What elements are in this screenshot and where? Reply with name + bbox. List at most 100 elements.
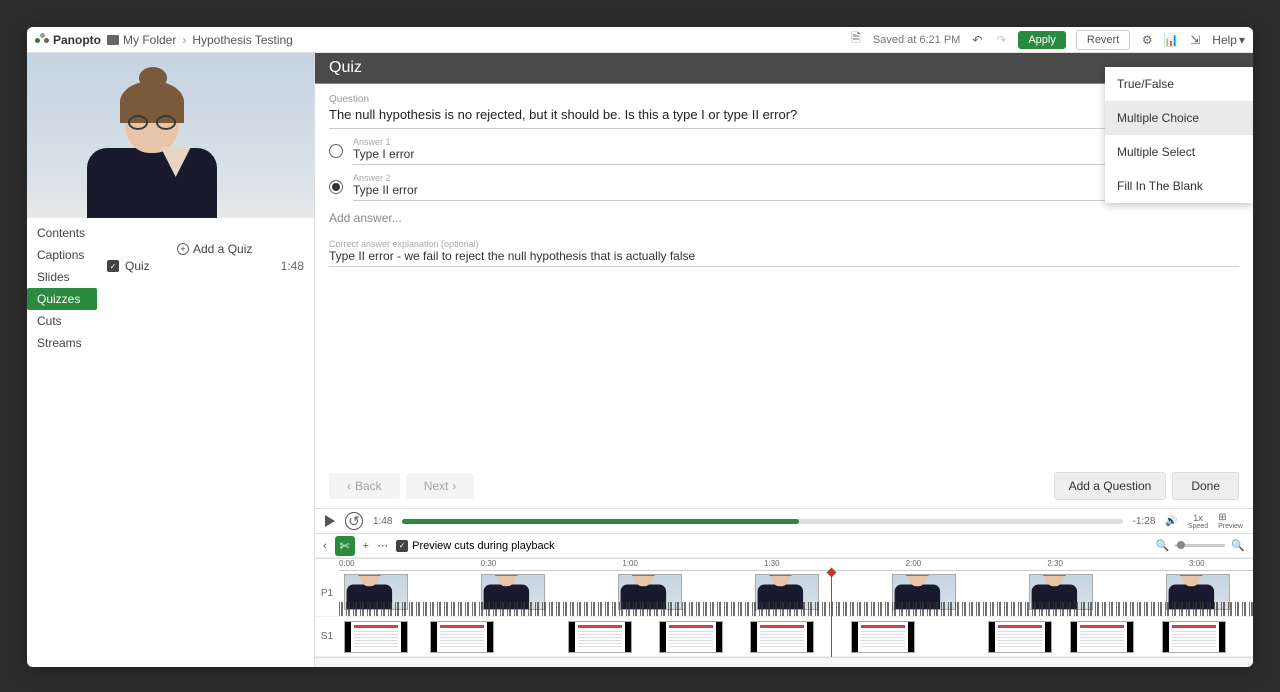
collapse-icon[interactable]: ‹ <box>323 540 327 552</box>
zoom-slider[interactable] <box>1175 544 1225 547</box>
brand-logo[interactable]: Panopto <box>35 33 101 47</box>
more-icon[interactable]: ⋯ <box>377 539 388 552</box>
back-label: Back <box>355 479 382 493</box>
next-button[interactable]: Next › <box>406 473 475 499</box>
apply-button[interactable]: Apply <box>1018 31 1066 49</box>
preview-cuts-label: Preview cuts during playback <box>412 540 554 552</box>
speed-label: Speed <box>1188 523 1208 530</box>
folder-icon <box>107 35 119 45</box>
play-button[interactable] <box>325 515 335 527</box>
done-button[interactable]: Done <box>1172 472 1239 500</box>
quiz-item-label: Quiz <box>125 259 150 273</box>
track-p1-label: P1 <box>315 588 339 599</box>
speed-button[interactable]: 1x Speed <box>1188 513 1208 530</box>
topbar: Panopto My Folder › Hypothesis Testing 🗎… <box>27 27 1253 53</box>
preview-grid-icon[interactable]: ⊞ Preview <box>1218 512 1243 530</box>
quiz-list: + Add a Quiz Quiz 1:48 <box>27 358 314 667</box>
question-label: Question <box>329 94 1239 105</box>
zoom-controls: 🔍 🔍 <box>1156 539 1245 552</box>
app-window: Panopto My Folder › Hypothesis Testing 🗎… <box>27 27 1253 667</box>
tick: 0:30 <box>481 559 497 568</box>
answer-radio-1[interactable] <box>329 144 343 158</box>
tick: 3:00 <box>1189 559 1205 568</box>
playhead[interactable] <box>831 571 832 657</box>
add-answer-button[interactable]: Add answer... <box>329 211 1239 225</box>
cut-tool[interactable]: ✄ <box>335 536 355 556</box>
revert-button[interactable]: Revert <box>1076 30 1130 50</box>
nav-streams[interactable]: Streams <box>27 332 314 354</box>
qtype-fill-blank[interactable]: Fill In The Blank <box>1105 169 1253 203</box>
undo-icon[interactable]: ↶ <box>970 33 984 47</box>
breadcrumb-folder[interactable]: My Folder <box>107 33 176 47</box>
nav-contents[interactable]: Contents <box>27 222 314 244</box>
zoom-in-icon[interactable]: 🔍 <box>1231 539 1245 552</box>
player-bar: 1:48 -1:28 🔊 1x Speed ⊞ Preview <box>315 508 1253 534</box>
question-type-menu: True/False Multiple Choice Multiple Sele… <box>1105 67 1253 203</box>
quiz-list-item[interactable]: Quiz 1:48 <box>27 256 314 276</box>
quiz-editor: Quiz Question The null hypothesis is no … <box>315 53 1253 667</box>
tick: 0:00 <box>339 559 355 568</box>
breadcrumb-title[interactable]: Hypothesis Testing <box>192 33 293 47</box>
timeline-scrollbar[interactable] <box>315 657 1253 667</box>
nav-cuts[interactable]: Cuts <box>27 310 314 332</box>
time-ruler[interactable]: 0:00 0:30 1:00 1:30 2:00 2:30 3:00 <box>339 559 1253 571</box>
export-icon[interactable]: ⇲ <box>1188 33 1202 47</box>
play-icon <box>325 515 335 527</box>
redo-icon[interactable]: ↷ <box>994 33 1008 47</box>
chevron-right-icon: › <box>452 479 456 493</box>
next-label: Next <box>424 479 449 493</box>
brand-name: Panopto <box>53 33 101 47</box>
checkbox-icon <box>396 540 408 552</box>
tick: 1:30 <box>764 559 780 568</box>
nav-quizzes[interactable]: Quizzes <box>27 288 97 310</box>
tick: 2:30 <box>1047 559 1063 568</box>
topbar-right: 🗎 Saved at 6:21 PM ↶ ↷ Apply Revert ⚙ 📊 … <box>849 30 1245 50</box>
question-input[interactable]: The null hypothesis is no rejected, but … <box>329 105 1239 129</box>
left-column: Contents Captions Slides Quizzes Cuts St… <box>27 53 315 667</box>
logo-icon <box>35 33 49 47</box>
explanation-input[interactable]: Type II error - we fail to reject the nu… <box>329 249 1239 267</box>
progress-track[interactable] <box>402 519 1122 524</box>
quiz-item-time: 1:48 <box>281 259 304 273</box>
stats-icon[interactable]: 📊 <box>1164 33 1178 47</box>
captions-icon[interactable]: 🗎 <box>849 33 863 47</box>
speed-value: 1x <box>1188 513 1208 523</box>
qtype-true-false[interactable]: True/False <box>1105 67 1253 101</box>
add-question-button[interactable]: Add a Question <box>1054 472 1167 500</box>
main-split: Contents Captions Slides Quizzes Cuts St… <box>27 53 1253 667</box>
help-link[interactable]: Help ▾ <box>1212 33 1245 47</box>
answer-radio-2[interactable] <box>329 180 343 194</box>
save-status: Saved at 6:21 PM <box>873 34 960 46</box>
folder-label: My Folder <box>123 33 176 47</box>
waveform <box>339 602 1253 616</box>
gear-icon[interactable]: ⚙ <box>1140 33 1154 47</box>
current-time: 1:48 <box>373 516 392 527</box>
explanation-label: Correct answer explanation (optional) <box>329 239 1239 249</box>
progress-fill <box>402 519 798 524</box>
timeline-track-p1[interactable]: P1 <box>315 571 1253 617</box>
back-button[interactable]: ‹ Back <box>329 473 400 499</box>
topbar-left: Panopto My Folder › Hypothesis Testing <box>35 33 293 47</box>
tick: 1:00 <box>622 559 638 568</box>
zoom-out-icon[interactable]: 🔍 <box>1156 539 1170 552</box>
video-preview[interactable] <box>27 53 314 218</box>
check-icon <box>107 260 119 272</box>
rewind-button[interactable] <box>345 512 363 530</box>
preview-cuts-checkbox[interactable]: Preview cuts during playback <box>396 540 554 552</box>
add-quiz-button[interactable]: + Add a Quiz <box>177 242 314 256</box>
qtype-multiple-choice[interactable]: Multiple Choice <box>1105 101 1253 135</box>
editor-footer: ‹ Back Next › Add a Question Done <box>315 464 1253 508</box>
preview-label: Preview <box>1218 523 1243 530</box>
add-icon[interactable]: + <box>363 540 369 552</box>
volume-icon[interactable]: 🔊 <box>1165 516 1177 527</box>
tick: 2:00 <box>906 559 922 568</box>
track-s1-label: S1 <box>315 631 339 642</box>
sidebar-nav: Contents Captions Slides Quizzes Cuts St… <box>27 218 314 358</box>
chevron-left-icon: ‹ <box>347 479 351 493</box>
add-quiz-label: Add a Quiz <box>193 242 252 256</box>
timeline-toolbar: ‹ ✄ + ⋯ Preview cuts during playback 🔍 🔍 <box>315 534 1253 558</box>
qtype-multiple-select[interactable]: Multiple Select <box>1105 135 1253 169</box>
chevron-right-icon: › <box>182 33 186 47</box>
chevron-down-icon: ▾ <box>1239 33 1245 47</box>
timeline-track-s1[interactable]: S1 <box>315 617 1253 657</box>
